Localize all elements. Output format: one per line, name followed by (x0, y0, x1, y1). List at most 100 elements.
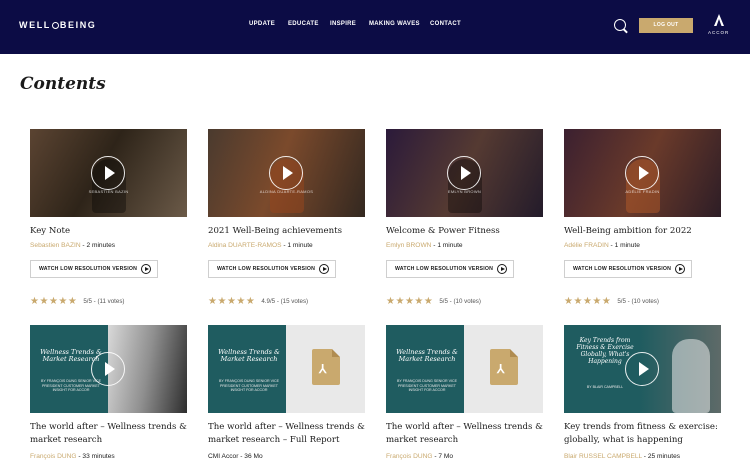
watch-low-res-button[interactable]: WATCH LOW RESOLUTION VERSION (30, 260, 158, 278)
card-meta: François DUNG - 7 Mo (386, 453, 454, 460)
content-card: Key Trends from Fitness & Exercise Globa… (564, 325, 722, 460)
page-title: Contents (20, 74, 106, 94)
search-icon[interactable] (614, 19, 626, 31)
card-meta: François DUNG - 33 minutes (30, 453, 115, 460)
star-icon[interactable]: ★ (583, 297, 592, 307)
star-icon[interactable]: ★ (208, 297, 217, 307)
nav-educate[interactable]: EDUCATE (288, 21, 319, 27)
card-duration: 2 minutes (86, 242, 116, 249)
play-icon[interactable] (269, 156, 303, 190)
content-card: Wellness Trends & Market Research BY FRA… (208, 325, 366, 460)
star-icon[interactable]: ★ (395, 297, 404, 307)
star-icon[interactable]: ★ (564, 297, 573, 307)
star-icon[interactable]: ★ (573, 297, 582, 307)
pdf-file-icon[interactable]: ⅄ (312, 349, 340, 385)
thumbnail-heading: Wellness Trends & Market Research (396, 348, 458, 363)
play-icon[interactable] (91, 352, 125, 386)
pdf-thumbnail[interactable]: Wellness Trends & Market Research BY FRA… (386, 325, 543, 413)
pdf-thumbnail[interactable]: Wellness Trends & Market Research BY FRA… (208, 325, 365, 413)
card-author: CMI Accor (208, 453, 239, 460)
card-meta: Sebastien BAZIN - 2 minutes (30, 242, 116, 249)
card-duration: 1 minute (437, 242, 463, 249)
watch-low-res-button[interactable]: WATCH LOW RESOLUTION VERSION (208, 260, 336, 278)
star-icon[interactable]: ★ (227, 297, 236, 307)
star-icon[interactable]: ★ (30, 297, 39, 307)
speaker-silhouette (672, 339, 710, 413)
star-rating: ★★★★★ 5/5 - (11 votes) (30, 291, 125, 307)
card-meta: CMI Accor - 36 Mo (208, 453, 263, 460)
video-thumbnail[interactable]: Wellness Trends & Market Research BY FRA… (30, 325, 187, 413)
rating-text: 5/5 - (10 votes) (439, 298, 481, 305)
star-rating: ★★★★★ 5/5 - (10 votes) (386, 291, 481, 307)
nav-inspire[interactable]: INSPIRE (330, 21, 356, 27)
card-meta: Aldina DUARTE-RAMOS - 1 minute (208, 242, 313, 249)
card-meta: Blair RUSSEL CAMPBELL - 25 minutes (564, 453, 681, 460)
card-duration: 1 minute (287, 242, 313, 249)
video-thumbnail[interactable]: ADÉLIE FRADIN (564, 129, 721, 217)
site-header: WELL BEING UPDATE EDUCATE INSPIRE MAKING … (0, 0, 750, 54)
card-title[interactable]: Key Note (30, 225, 190, 238)
nav-update[interactable]: UPDATE (249, 21, 275, 27)
content-card: EMLYN BROWN Welcome & Power Fitness Emly… (386, 129, 544, 307)
star-icon[interactable]: ★ (386, 297, 395, 307)
play-icon[interactable] (91, 156, 125, 190)
pdf-file-icon[interactable]: ⅄ (490, 349, 518, 385)
card-title[interactable]: The world after – Wellness trends & marke… (386, 421, 546, 447)
play-icon[interactable] (447, 156, 481, 190)
nav-making-waves[interactable]: MAKING WAVES (369, 21, 420, 27)
content-card: ALDINA DUARTE-RAMOS 2021 Well-Being achi… (208, 129, 366, 307)
card-title[interactable]: Key trends from fitness & exercise: globa… (564, 421, 724, 447)
star-icon[interactable]: ★ (236, 297, 245, 307)
rating-text: 5/5 - (11 votes) (83, 298, 125, 305)
play-icon[interactable] (625, 156, 659, 190)
star-icon[interactable]: ★ (39, 297, 48, 307)
star-icon[interactable]: ★ (49, 297, 58, 307)
star-icon[interactable]: ★ (414, 297, 423, 307)
star-icon[interactable]: ★ (424, 297, 433, 307)
nav-contact[interactable]: CONTACT (430, 21, 461, 27)
card-author: Blair RUSSEL CAMPBELL (564, 453, 642, 460)
watch-low-res-button[interactable]: WATCH LOW RESOLUTION VERSION (386, 260, 514, 278)
play-icon[interactable] (625, 352, 659, 386)
accor-logo-icon (714, 14, 724, 26)
video-thumbnail[interactable]: ALDINA DUARTE-RAMOS (208, 129, 365, 217)
video-thumbnail[interactable]: EMLYN BROWN (386, 129, 543, 217)
star-icon[interactable]: ★ (217, 297, 226, 307)
card-title[interactable]: The world after – Wellness trends & marke… (208, 421, 368, 447)
card-author: Aldina DUARTE-RAMOS (208, 242, 282, 249)
thumbnail-byline: BY FRANÇOIS DUNG SENIOR VICE PRESIDENT C… (396, 379, 458, 392)
star-rating: ★★★★★ 5/5 - (10 votes) (564, 291, 659, 307)
thumbnail-byline: BY FRANÇOIS DUNG SENIOR VICE PRESIDENT C… (40, 379, 102, 392)
video-thumbnail[interactable]: Key Trends from Fitness & Exercise Globa… (564, 325, 721, 413)
card-file-size: 7 Mo (438, 453, 454, 460)
card-title[interactable]: Welcome & Power Fitness (386, 225, 546, 238)
accor-brand-text: ACCOR (708, 30, 730, 35)
star-icon[interactable]: ★ (68, 297, 77, 307)
card-file-size: 36 Mo (244, 453, 263, 460)
star-icon[interactable]: ★ (602, 297, 611, 307)
video-thumbnail[interactable]: SEBASTIEN BAZIN (30, 129, 187, 217)
card-duration: 33 minutes (82, 453, 115, 460)
star-icon[interactable]: ★ (592, 297, 601, 307)
star-icon[interactable]: ★ (405, 297, 414, 307)
card-title[interactable]: The world after – Wellness trends & marke… (30, 421, 190, 447)
main-nav: UPDATE EDUCATE INSPIRE MAKING WAVES CONT… (0, 21, 750, 31)
rating-text: 4.9/5 - (15 votes) (261, 298, 309, 305)
play-circle-icon (497, 264, 507, 274)
thumbnail-byline: BY FRANÇOIS DUNG SENIOR VICE PRESIDENT C… (218, 379, 280, 392)
watch-low-res-button[interactable]: WATCH LOW RESOLUTION VERSION (564, 260, 692, 278)
card-author: Adélie FRADIN (564, 242, 609, 249)
card-author: François DUNG (30, 453, 77, 460)
star-icon[interactable]: ★ (246, 297, 255, 307)
rating-text: 5/5 - (10 votes) (617, 298, 659, 305)
content-card: Wellness Trends & Market Research BY FRA… (386, 325, 544, 460)
star-icon[interactable]: ★ (58, 297, 67, 307)
play-circle-icon (141, 264, 151, 274)
content-card: SEBASTIEN BAZIN Key Note Sebastien BAZIN… (30, 129, 188, 307)
play-circle-icon (675, 264, 685, 274)
card-title[interactable]: 2021 Well-Being achievements (208, 225, 368, 238)
logout-button[interactable]: LOG OUT (639, 18, 693, 33)
card-title[interactable]: Well-Being ambition for 2022 (564, 225, 724, 238)
content-card: ADÉLIE FRADIN Well-Being ambition for 20… (564, 129, 722, 307)
star-rating: ★★★★★ 4.9/5 - (15 votes) (208, 291, 308, 307)
